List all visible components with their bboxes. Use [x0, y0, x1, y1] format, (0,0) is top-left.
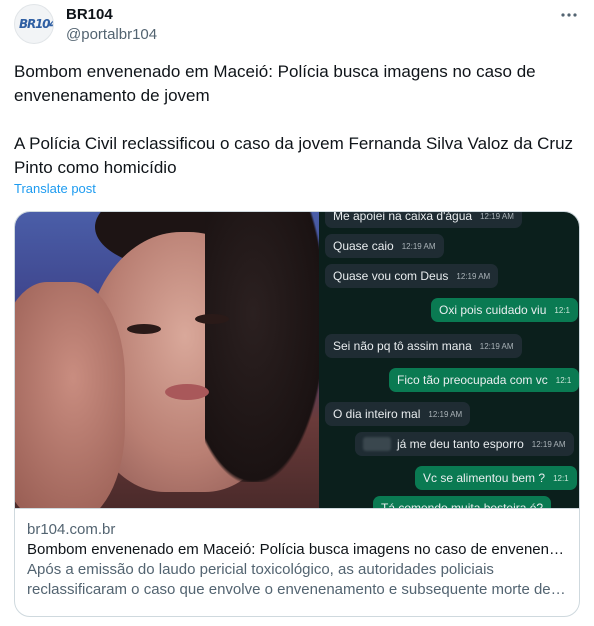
- more-options-icon[interactable]: [558, 4, 580, 26]
- chat-bubble-in: Quase caio 12:19 AM: [325, 234, 444, 258]
- chat-message-time: 12:1: [554, 305, 570, 315]
- chat-bubble-in: Quase vou com Deus 12:19 AM: [325, 264, 499, 288]
- chat-message-time: 12:19 AM: [456, 271, 491, 281]
- chat-message-text: Oxi pois cuidado viu: [439, 303, 547, 317]
- avatar[interactable]: BR104: [14, 4, 54, 44]
- portrait-photo: [15, 212, 319, 508]
- tweet: BR104 BR104 @portalbr104 Bombom envenena…: [0, 0, 594, 626]
- author-handle[interactable]: @portalbr104: [66, 26, 157, 43]
- chat-message-time: 12:19 AM: [428, 409, 463, 419]
- chat-message-text: Vc se alimentou bem ?: [423, 471, 546, 485]
- chat-message-time: 12:19 AM: [479, 341, 514, 351]
- chat-message-text: Quase vou com Deus: [333, 269, 449, 283]
- chat-message-text: Me apoiei na caixa d'água: [333, 212, 473, 223]
- chat-bubble-in: Me apoiei na caixa d'água 12:19 AM: [325, 212, 522, 228]
- translate-post-link[interactable]: Translate post: [14, 181, 96, 196]
- chat-message-time: 12:19 AM: [531, 439, 566, 449]
- author-name[interactable]: BR104: [66, 6, 113, 23]
- card-description-line1: Após a emissão do laudo pericial toxicol…: [27, 561, 494, 578]
- chat-message-text: Sei não pq tô assim mana: [333, 339, 472, 353]
- chat-screenshot: Me apoiei na caixa d'água 12:19 AM Quase c…: [319, 212, 579, 508]
- link-card[interactable]: Me apoiei na caixa d'água 12:19 AM Quase c…: [14, 211, 580, 617]
- card-description: Após a emissão do laudo pericial toxicol…: [27, 560, 569, 600]
- card-domain: br104.com.br: [27, 521, 116, 538]
- blurred-name: [363, 437, 391, 451]
- card-title: Bombom envenenado em Maceió: Polícia bus…: [27, 541, 569, 558]
- chat-message-time: 12:1: [553, 473, 569, 483]
- chat-bubble-out: Fico tão preocupada com vc 12:1: [389, 368, 579, 392]
- chat-message-text: já me deu tanto esporro: [397, 437, 524, 451]
- br104-logo: BR104: [19, 17, 54, 31]
- card-image[interactable]: Me apoiei na caixa d'água 12:19 AM Quase c…: [15, 212, 579, 508]
- chat-message-time: 12:1: [555, 375, 572, 385]
- tweet-header: BR104 BR104 @portalbr104: [14, 4, 580, 48]
- chat-bubble-in: O dia inteiro mal 12:19 AM: [325, 402, 471, 426]
- chat-bubble-out: Tá comendo muita besteira é?: [373, 496, 552, 508]
- tweet-text-line1: Bombom envenenado em Maceió: Polícia bus…: [14, 62, 536, 105]
- chat-message-time: 12:19 AM: [401, 241, 436, 251]
- chat-bubble-out: Oxi pois cuidado viu 12:1: [431, 298, 578, 322]
- chat-bubble-out: Vc se alimentou bem ? 12:1: [415, 466, 577, 490]
- chat-message-text: Fico tão preocupada com vc: [397, 373, 548, 387]
- chat-bubble-in: já me deu tanto esporro 12:19 AM: [355, 432, 574, 456]
- chat-message-text: Quase caio: [333, 239, 394, 253]
- chat-message-text: Tá comendo muita besteira é?: [381, 501, 544, 508]
- card-meta[interactable]: br104.com.br Bombom envenenado em Maceió…: [15, 508, 579, 616]
- chat-message-text: O dia inteiro mal: [333, 407, 421, 421]
- chat-message-time: 12:19 AM: [480, 212, 514, 221]
- tweet-text: Bombom envenenado em Maceió: Polícia bus…: [14, 60, 580, 180]
- tweet-text-line2: A Polícia Civil reclassificou o caso da …: [14, 134, 574, 177]
- chat-bubble-in: Sei não pq tô assim mana 12:19 AM: [325, 334, 522, 358]
- card-description-line2: reclassificaram o caso que envolve o env…: [27, 581, 569, 598]
